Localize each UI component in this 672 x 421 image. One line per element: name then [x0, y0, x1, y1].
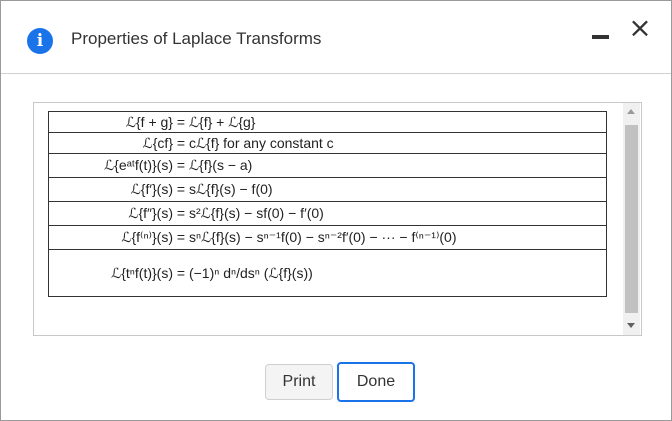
- table-row: ℒ{eᵃᵗf(t)}(s) = ℒ{f}(s − a): [48, 153, 607, 178]
- formula-lhs: ℒ{f + g}: [125, 113, 173, 130]
- formula-rhs: = sℒ{f}(s) − f(0): [176, 181, 273, 197]
- scroll-up-arrow-icon[interactable]: [627, 109, 635, 114]
- vertical-scrollbar[interactable]: [623, 103, 640, 335]
- table-row: ℒ{f + g} = ℒ{f} + ℒ{g}: [48, 111, 607, 133]
- formula-lhs: ℒ{f⁽ⁿ⁾}(s): [121, 229, 173, 245]
- table-row: ℒ{f⁽ⁿ⁾}(s) = sⁿℒ{f}(s) − sⁿ⁻¹f(0) − sⁿ⁻²…: [48, 225, 607, 250]
- minimize-icon[interactable]: [589, 19, 613, 43]
- table-cell: ℒ{f′}(s) = sℒ{f}(s) − f(0): [48, 177, 607, 202]
- done-button[interactable]: Done: [337, 362, 415, 402]
- table-row: ℒ{f″}(s) = s²ℒ{f}(s) − sf(0) − f′(0): [48, 201, 607, 226]
- table-cell: ℒ{f″}(s) = s²ℒ{f}(s) − sf(0) − f′(0): [48, 201, 607, 226]
- formula-rhs: = ℒ{f}(s − a): [176, 157, 253, 173]
- title-bar: i Properties of Laplace Transforms ×: [1, 1, 671, 74]
- formula-lhs: ℒ{eᵃᵗf(t)}(s): [104, 157, 173, 173]
- scroll-down-arrow-icon[interactable]: [627, 323, 635, 328]
- table-cell: ℒ{cf} = cℒ{f} for any constant c: [48, 132, 607, 154]
- scrollbar-thumb[interactable]: [625, 125, 638, 313]
- formula-rhs: = cℒ{f} for any constant c: [176, 134, 334, 151]
- formula-lhs: ℒ{f″}(s): [128, 205, 173, 221]
- formula-lhs: ℒ{tⁿf(t)}(s): [111, 264, 173, 281]
- table-row: ℒ{f′}(s) = sℒ{f}(s) − f(0): [48, 177, 607, 202]
- formula-rhs: = s²ℒ{f}(s) − sf(0) − f′(0): [176, 205, 324, 221]
- formula-rhs: = ℒ{f} + ℒ{g}: [176, 113, 256, 130]
- laplace-properties-dialog: i Properties of Laplace Transforms × ℒ{f…: [0, 0, 672, 421]
- formula-rhs: = sⁿℒ{f}(s) − sⁿ⁻¹f(0) − sⁿ⁻²f′(0) − ···…: [176, 229, 457, 245]
- print-button[interactable]: Print: [265, 364, 333, 400]
- table-row: ℒ{cf} = cℒ{f} for any constant c: [48, 132, 607, 154]
- formula-rhs: = (−1)ⁿ dⁿ/dsⁿ (ℒ{f}(s)): [176, 264, 313, 281]
- properties-table: ℒ{f + g} = ℒ{f} + ℒ{g} ℒ{cf} = cℒ{f} for…: [48, 111, 607, 297]
- formula-lhs: ℒ{cf}: [142, 134, 173, 151]
- dialog-title: Properties of Laplace Transforms: [71, 29, 322, 48]
- info-icon: i: [27, 28, 53, 54]
- close-icon[interactable]: ×: [625, 13, 655, 43]
- table-cell: ℒ{eᵃᵗf(t)}(s) = ℒ{f}(s − a): [48, 153, 607, 178]
- properties-panel: ℒ{f + g} = ℒ{f} + ℒ{g} ℒ{cf} = cℒ{f} for…: [33, 102, 642, 336]
- table-cell: ℒ{f⁽ⁿ⁾}(s) = sⁿℒ{f}(s) − sⁿ⁻¹f(0) − sⁿ⁻²…: [48, 225, 607, 250]
- table-cell: ℒ{f + g} = ℒ{f} + ℒ{g}: [48, 111, 607, 133]
- formula-lhs: ℒ{f′}(s): [130, 181, 173, 197]
- table-cell: ℒ{tⁿf(t)}(s) = (−1)ⁿ dⁿ/dsⁿ (ℒ{f}(s)): [48, 249, 607, 297]
- table-row: ℒ{tⁿf(t)}(s) = (−1)ⁿ dⁿ/dsⁿ (ℒ{f}(s)): [48, 249, 607, 297]
